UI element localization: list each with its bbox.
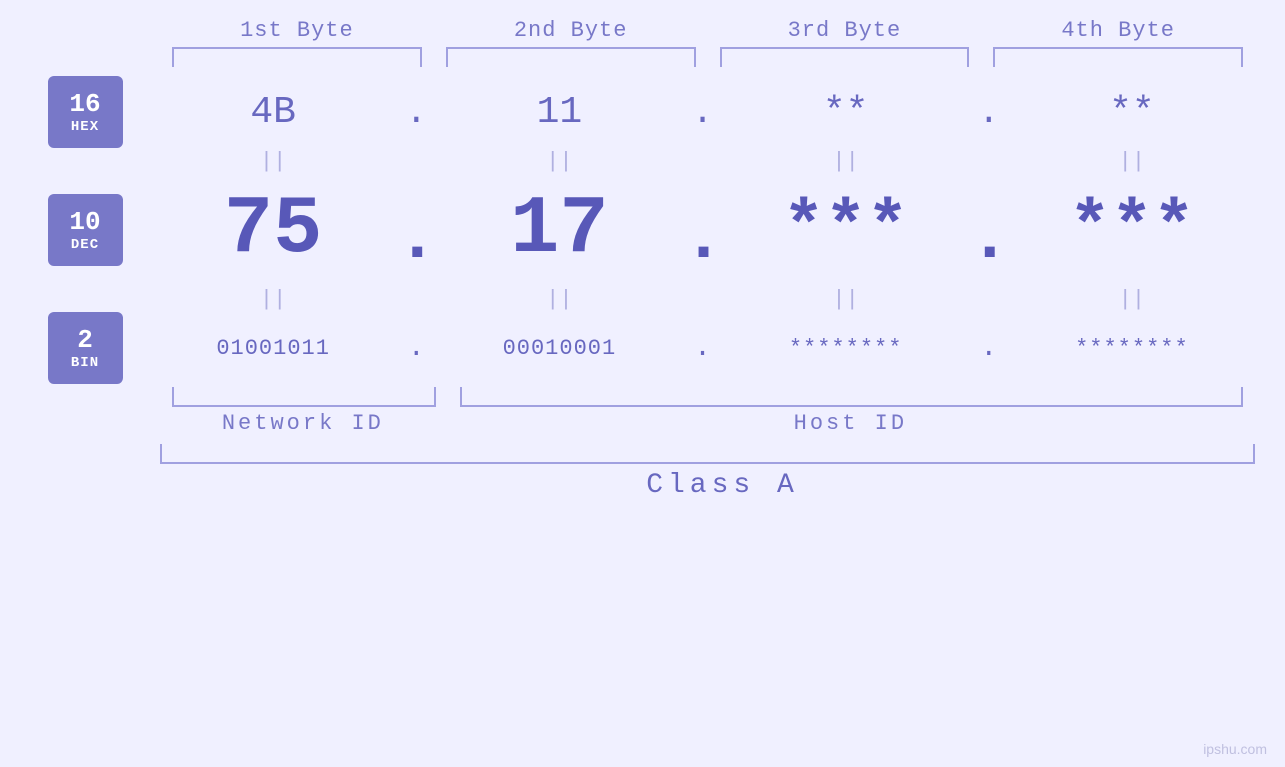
bin-badge-label: BIN (71, 355, 99, 371)
hex-badge-num: 16 (69, 89, 100, 119)
bracket-top-2 (446, 47, 696, 67)
byte1-header: 1st Byte (160, 18, 434, 43)
bin-val-2: 00010001 (436, 336, 682, 361)
dec-dot-3: . (969, 185, 1009, 275)
byte2-header: 2nd Byte (434, 18, 708, 43)
watermark: ipshu.com (1203, 741, 1267, 757)
bin-val-4: ******** (1009, 336, 1255, 361)
hex-dot-3: . (969, 92, 1009, 133)
eq-hex-dec-3: || (723, 149, 969, 174)
dec-val-2: 17 (436, 189, 682, 271)
hex-dot-1: . (396, 92, 436, 133)
bin-dot-2: . (683, 333, 723, 364)
dec-badge-label: DEC (71, 237, 99, 253)
host-id-label: Host ID (458, 411, 1243, 436)
eq-dec-bin-3: || (723, 287, 969, 312)
hex-val-2: 11 (436, 91, 682, 134)
dec-val-1: 75 (150, 189, 396, 271)
eq-hex-dec-1: || (150, 149, 396, 174)
hex-val-4: ** (1009, 91, 1255, 134)
dec-dot-1: . (396, 185, 436, 275)
eq-hex-dec-4: || (1009, 149, 1255, 174)
hex-dot-2: . (683, 92, 723, 133)
bin-val-3: ******** (723, 336, 969, 361)
bracket-top-1 (172, 47, 422, 67)
hex-val-3: ** (723, 91, 969, 134)
byte4-header: 4th Byte (981, 18, 1255, 43)
byte3-header: 3rd Byte (708, 18, 982, 43)
bin-badge: 2 BIN (48, 312, 123, 384)
eq-dec-bin-2: || (436, 287, 682, 312)
hex-badge-label: HEX (71, 119, 99, 135)
main-container: 1st Byte 2nd Byte 3rd Byte 4th Byte 16 H… (0, 0, 1285, 767)
class-label: Class A (175, 470, 1270, 501)
dec-badge: 10 DEC (48, 194, 123, 266)
hex-badge: 16 HEX (48, 76, 123, 148)
bracket-bottom-host (460, 387, 1243, 407)
dec-val-3: *** (723, 195, 969, 265)
bin-dot-3: . (969, 333, 1009, 364)
eq-hex-dec-2: || (436, 149, 682, 174)
bin-val-1: 01001011 (150, 336, 396, 361)
bracket-overall (160, 444, 1255, 464)
dec-dot-2: . (683, 185, 723, 275)
bracket-top-4 (993, 47, 1243, 67)
bin-badge-num: 2 (77, 325, 93, 355)
bin-dot-1: . (396, 333, 436, 364)
eq-dec-bin-1: || (150, 287, 396, 312)
bracket-top-3 (720, 47, 970, 67)
dec-badge-num: 10 (69, 207, 100, 237)
dec-val-4: *** (1009, 195, 1255, 265)
network-id-label: Network ID (172, 411, 434, 436)
hex-val-1: 4B (150, 91, 396, 134)
eq-dec-bin-4: || (1009, 287, 1255, 312)
bracket-bottom-net (172, 387, 436, 407)
